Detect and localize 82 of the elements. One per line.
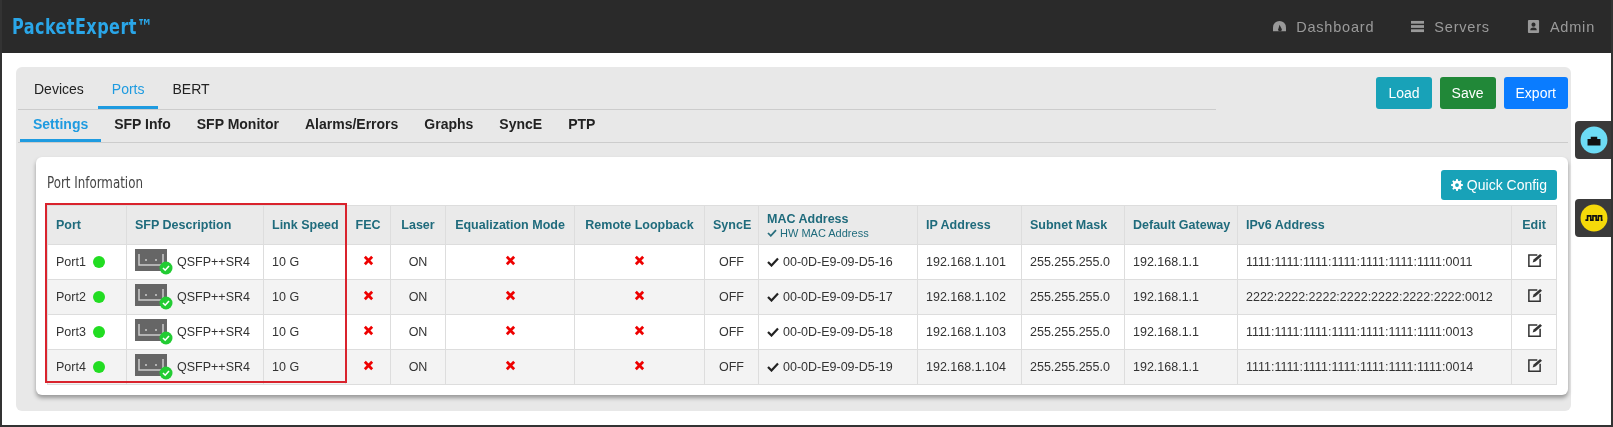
table-cell: 255.255.255.0 bbox=[1021, 244, 1125, 280]
column-subtitle: HW MAC Address bbox=[780, 226, 869, 239]
sfp-description: QSFP++SR4 bbox=[177, 255, 250, 269]
port-name: Port1 bbox=[56, 255, 86, 269]
table-cell: ON bbox=[390, 279, 446, 315]
table-cell: 255.255.255.0 bbox=[1021, 349, 1125, 385]
column-header: IP Address bbox=[917, 205, 1022, 245]
column-header: SyncE bbox=[704, 205, 759, 245]
gauge-icon bbox=[1272, 20, 1288, 33]
table-cell: ON bbox=[390, 244, 446, 280]
sub-tab[interactable]: SFP Info bbox=[101, 110, 184, 142]
table-cell: OFF bbox=[704, 314, 759, 350]
table-cell: ON bbox=[390, 349, 446, 385]
user-card-icon bbox=[1525, 20, 1541, 33]
side-tab[interactable] bbox=[1575, 199, 1611, 237]
port-name: Port3 bbox=[56, 325, 86, 339]
column-header: Subnet Mask bbox=[1021, 205, 1125, 245]
table-cell: 192.168.1.1 bbox=[1124, 244, 1238, 280]
column-header: FEC bbox=[345, 205, 391, 245]
mac-address: 00-0D-E9-09-D5-18 bbox=[783, 325, 893, 339]
server-icon bbox=[1410, 20, 1426, 33]
mac-address: 00-0D-E9-09-D5-19 bbox=[783, 360, 893, 374]
edit-icon[interactable] bbox=[1526, 323, 1542, 338]
sfp-description: QSFP++SR4 bbox=[177, 360, 250, 374]
column-header: IPv6 Address bbox=[1237, 205, 1512, 245]
sub-tab[interactable]: SFP Monitor bbox=[183, 110, 292, 142]
table-cell: 10 G bbox=[263, 279, 346, 315]
column-title: MAC Address bbox=[767, 211, 849, 226]
table-cell: 192.168.1.101 bbox=[917, 244, 1022, 280]
column-header: Remote Loopback bbox=[574, 205, 705, 245]
nav-link[interactable]: Dashboard bbox=[1272, 18, 1375, 35]
column-header: Edit bbox=[1511, 205, 1557, 245]
port-name: Port2 bbox=[56, 290, 86, 304]
table-cell: 1111:1111:1111:1111:1111:1111:1111:0011 bbox=[1237, 244, 1512, 280]
side-tab[interactable] bbox=[1575, 121, 1611, 159]
mac-address: 00-0D-E9-09-D5-16 bbox=[783, 255, 893, 269]
ethernet-port-icon bbox=[1580, 126, 1608, 154]
table-cell: 192.168.1.102 bbox=[917, 279, 1022, 315]
table-cell: 255.255.255.0 bbox=[1021, 314, 1125, 350]
table-cell: 192.168.1.103 bbox=[917, 314, 1022, 350]
edit-icon[interactable] bbox=[1526, 253, 1542, 268]
tab[interactable]: Devices bbox=[20, 72, 98, 109]
nav-link[interactable]: Admin bbox=[1525, 18, 1595, 35]
action-button[interactable]: Export bbox=[1503, 77, 1568, 109]
table-cell: OFF bbox=[704, 349, 759, 385]
column-header: Equalization Mode bbox=[445, 205, 575, 245]
square-wave-icon bbox=[1580, 204, 1608, 232]
gear-icon bbox=[1450, 179, 1463, 191]
table-cell: 1111:1111:1111:1111:1111:1111:1111:0013 bbox=[1237, 314, 1512, 350]
check-icon bbox=[767, 228, 777, 237]
table-cell: ON bbox=[390, 314, 446, 350]
panel-title: Port Information bbox=[47, 173, 143, 192]
table-cell: 192.168.1.104 bbox=[917, 349, 1022, 385]
tab[interactable]: BERT bbox=[158, 72, 224, 109]
quick-config-button[interactable]: Quick Config bbox=[1440, 170, 1557, 200]
sfp-description: QSFP++SR4 bbox=[177, 290, 250, 304]
sub-tab[interactable]: Alarms/Errors bbox=[291, 110, 412, 142]
table-cell: 255.255.255.0 bbox=[1021, 279, 1125, 315]
sub-tab[interactable]: PTP bbox=[555, 110, 609, 142]
column-header: Link Speed bbox=[263, 205, 346, 245]
mac-address: 00-0D-E9-09-D5-17 bbox=[783, 290, 893, 304]
table-cell: 192.168.1.1 bbox=[1124, 349, 1238, 385]
column-header: SFP Description bbox=[126, 205, 264, 245]
sfp-description: QSFP++SR4 bbox=[177, 325, 250, 339]
port-name: Port4 bbox=[56, 360, 86, 374]
sub-tab[interactable]: Graphs bbox=[411, 110, 487, 142]
table-cell: 2222:2222:2222:2222:2222:2222:2222:0012 bbox=[1237, 279, 1512, 315]
brand-logo[interactable]: PacketExpert™ bbox=[12, 14, 154, 39]
table-cell: OFF bbox=[704, 279, 759, 315]
column-header: Default Gateway bbox=[1124, 205, 1238, 245]
action-button[interactable]: Load bbox=[1376, 77, 1432, 109]
edit-icon[interactable] bbox=[1526, 358, 1542, 373]
edit-icon[interactable] bbox=[1526, 288, 1542, 303]
column-header: Laser bbox=[390, 205, 446, 245]
action-button[interactable]: Save bbox=[1439, 77, 1496, 109]
table-cell: OFF bbox=[704, 244, 759, 280]
table-cell: 192.168.1.1 bbox=[1124, 314, 1238, 350]
column-header: Port bbox=[47, 205, 127, 245]
sub-tab[interactable]: SyncE bbox=[486, 110, 556, 142]
nav-link[interactable]: Servers bbox=[1410, 18, 1490, 35]
table-cell: 1111:1111:1111:1111:1111:1111:1111:0014 bbox=[1237, 349, 1512, 385]
table-cell: 192.168.1.1 bbox=[1124, 279, 1238, 315]
